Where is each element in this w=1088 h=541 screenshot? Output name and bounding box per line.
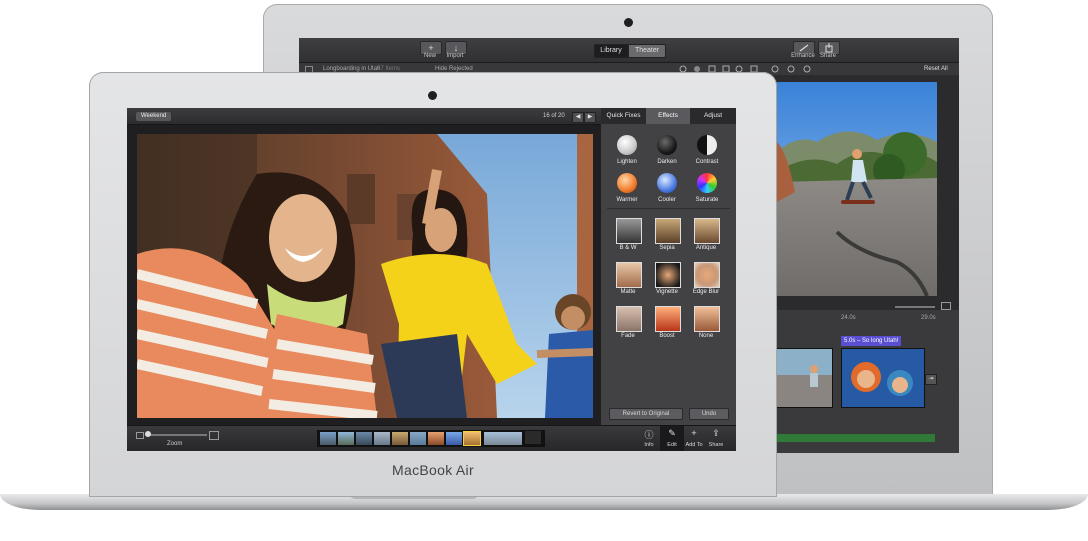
timeline-tick-2: 29.0s bbox=[921, 315, 936, 321]
tab-effects[interactable]: Effects bbox=[646, 108, 691, 124]
video-clip[interactable] bbox=[775, 348, 833, 408]
left-arrow-icon: ◀ bbox=[575, 114, 581, 120]
effect-edge-blur-label: Edge Blur bbox=[692, 289, 720, 295]
cooler-label: Cooler bbox=[658, 197, 676, 203]
video-clip-kids[interactable] bbox=[841, 348, 925, 408]
info-label: Info bbox=[644, 442, 654, 448]
kids-clip-thumb bbox=[842, 349, 924, 407]
iphoto-window: Weekend 16 of 20 ◀ ▶ Quick Fixes Effects… bbox=[127, 108, 736, 451]
photo-counter: 16 of 20 bbox=[543, 113, 565, 119]
effect-antique-thumb[interactable] bbox=[694, 218, 720, 244]
filmstrip-thumb[interactable] bbox=[373, 431, 391, 446]
effect-sepia-label: Sepia bbox=[659, 245, 675, 251]
import-label: Import bbox=[446, 53, 464, 59]
saturate-button[interactable] bbox=[697, 173, 717, 193]
reset-all-button[interactable]: Reset All bbox=[924, 63, 948, 75]
effect-fade-thumb[interactable] bbox=[616, 306, 642, 332]
imovie-timeline[interactable]: 24.0s 29.0s 5.0s – So long Utah! ⇥ bbox=[775, 302, 959, 453]
brand-label: MacBook Air bbox=[392, 462, 474, 478]
contrast-button[interactable] bbox=[697, 135, 717, 155]
effect-vignette-label: Vignette bbox=[656, 289, 678, 295]
filmstrip-thumb[interactable] bbox=[319, 431, 337, 446]
audio-track[interactable] bbox=[775, 434, 935, 442]
right-arrow-icon: ▶ bbox=[587, 114, 593, 120]
effect-bw-label: B & W bbox=[619, 245, 637, 251]
filmstrip-thumb[interactable] bbox=[483, 431, 523, 446]
filmstrip-end bbox=[525, 431, 541, 444]
effect-boost-thumb[interactable] bbox=[655, 306, 681, 332]
filmstrip-thumb[interactable] bbox=[391, 431, 409, 446]
timeline-tick-1: 24.0s bbox=[841, 315, 856, 321]
effect-matte-thumb[interactable] bbox=[616, 262, 642, 288]
effect-edge-blur-thumb[interactable] bbox=[694, 262, 720, 288]
next-photo-button[interactable]: ▶ bbox=[584, 112, 596, 123]
effect-fade-label: Fade bbox=[621, 333, 635, 339]
edit-label: Edit bbox=[667, 442, 677, 448]
filmstrip-thumb[interactable] bbox=[337, 431, 355, 446]
effect-none-label: None bbox=[698, 333, 714, 339]
previous-photo-button[interactable]: ◀ bbox=[572, 112, 584, 123]
filmstrip-thumb[interactable] bbox=[427, 431, 445, 446]
large-photo-icon bbox=[209, 431, 219, 440]
cooler-button[interactable] bbox=[657, 173, 677, 193]
imovie-toolbar: + New ↓ Import Library Theater Enhance S… bbox=[299, 38, 959, 63]
zoom-slider[interactable] bbox=[895, 306, 935, 308]
filmstrip[interactable] bbox=[317, 430, 545, 447]
add-to-icon[interactable]: + bbox=[685, 428, 703, 438]
iphoto-top-bar: Weekend 16 of 20 ◀ ▶ bbox=[127, 108, 601, 125]
contrast-label: Contrast bbox=[695, 159, 719, 165]
share-icon[interactable]: ⇪ bbox=[707, 428, 725, 439]
skater-clip-thumb bbox=[776, 349, 832, 407]
video-viewer[interactable] bbox=[777, 82, 937, 296]
effect-bw-thumb[interactable] bbox=[616, 218, 642, 244]
effect-matte-label: Matte bbox=[620, 289, 636, 295]
warmer-label: Warmer bbox=[616, 197, 638, 203]
filmstrip-thumb-selected[interactable] bbox=[463, 431, 481, 446]
darken-button[interactable] bbox=[657, 135, 677, 155]
share-label: Share bbox=[708, 442, 724, 448]
back-camera bbox=[624, 18, 633, 27]
panel-divider bbox=[607, 208, 730, 209]
tab-library[interactable]: Library bbox=[594, 44, 628, 58]
iphoto-bottom-bar: Zoom ⓘ Info ✎ Edit + Add To ⇪ Share bbox=[127, 425, 736, 451]
effect-boost-label: Boost bbox=[659, 333, 675, 339]
skateboarder-video-frame bbox=[777, 82, 937, 296]
title-clip[interactable]: 5.0s – So long Utah! bbox=[841, 336, 902, 346]
info-icon[interactable]: ⓘ bbox=[640, 428, 658, 441]
effect-sepia-thumb[interactable] bbox=[655, 218, 681, 244]
filmstrip-thumb[interactable] bbox=[355, 431, 373, 446]
filmstrip-thumb[interactable] bbox=[445, 431, 463, 446]
undo-button[interactable]: Undo bbox=[689, 408, 729, 420]
tab-theater[interactable]: Theater bbox=[628, 44, 666, 58]
warmer-button[interactable] bbox=[617, 173, 637, 193]
front-camera bbox=[428, 91, 437, 100]
zoom-slider-track[interactable] bbox=[145, 434, 207, 436]
tab-adjust[interactable]: Adjust bbox=[690, 108, 736, 124]
main-photo[interactable] bbox=[137, 134, 593, 418]
darken-label: Darken bbox=[657, 159, 677, 165]
lighten-button[interactable] bbox=[617, 135, 637, 155]
saturate-label: Saturate bbox=[695, 197, 719, 203]
revert-to-original-button[interactable]: Revert to Original bbox=[609, 408, 683, 420]
lighten-label: Lighten bbox=[617, 159, 637, 165]
add-to-label: Add To bbox=[685, 442, 703, 448]
filmstrip-icon bbox=[941, 302, 951, 310]
effect-vignette-thumb[interactable] bbox=[655, 262, 681, 288]
small-photo-icon bbox=[136, 432, 144, 439]
pencil-icon[interactable]: ✎ bbox=[663, 428, 681, 439]
filmstrip-thumb[interactable] bbox=[409, 431, 427, 446]
album-back-button[interactable]: Weekend bbox=[136, 112, 172, 121]
zoom-label: Zoom bbox=[167, 441, 183, 447]
tab-quick-fixes[interactable]: Quick Fixes bbox=[601, 108, 647, 124]
share-label-back: Share bbox=[819, 53, 836, 59]
friends-photo bbox=[137, 134, 593, 418]
edit-panel: Quick Fixes Effects Adjust Lighten Darke… bbox=[601, 108, 736, 425]
effect-antique-label: Antique bbox=[695, 245, 717, 251]
zoom-slider-knob[interactable] bbox=[145, 431, 151, 437]
transition-icon[interactable]: ⇥ bbox=[925, 374, 937, 385]
effect-none-thumb[interactable] bbox=[694, 306, 720, 332]
